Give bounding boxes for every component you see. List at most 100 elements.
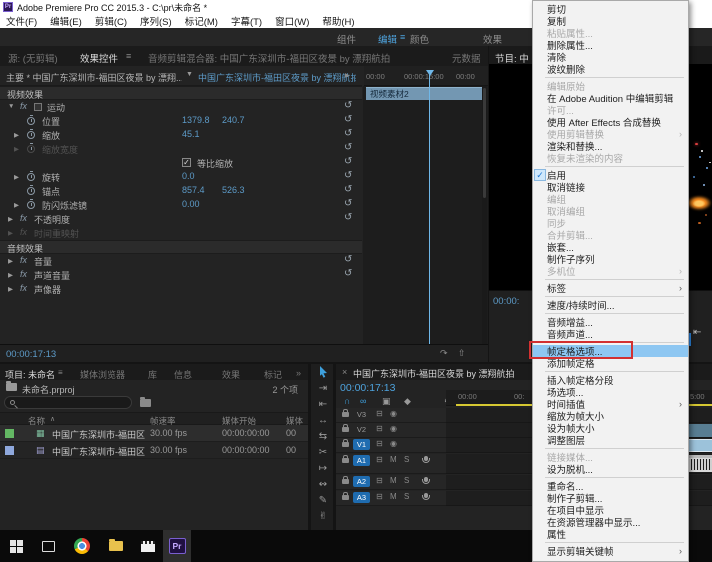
export-frame-icon[interactable]: ⇧	[458, 348, 466, 359]
start-button[interactable]	[4, 530, 28, 562]
effect-row-声像器[interactable]: ▶fx声像器	[0, 282, 362, 296]
add-marker-button[interactable]: ◆	[404, 396, 411, 407]
menu-item-标签[interactable]: 标签›	[533, 282, 688, 294]
checkbox[interactable]: ✓	[182, 158, 191, 167]
effect-row-缩放宽度[interactable]: ▶缩放宽度↺	[0, 142, 362, 156]
track-lock-icon[interactable]	[342, 495, 349, 500]
solo-toggle[interactable]: S	[404, 455, 409, 464]
effect-name[interactable]: 声像器	[34, 283, 61, 296]
expand-icon[interactable]: ▶	[14, 145, 19, 153]
effect-controls-tab-1[interactable]: 效果控件	[80, 51, 118, 65]
menu-item-设为脱机...[interactable]: 设为脱机...	[533, 463, 688, 475]
track-select-backward-tool[interactable]: ⇤	[311, 396, 335, 412]
effect-controls-timecode[interactable]: 00:00:17:13	[6, 349, 56, 360]
expand-icon[interactable]: ▶	[8, 229, 13, 237]
expand-icon[interactable]: ▶	[14, 201, 19, 209]
video-app-taskbar-button[interactable]	[136, 530, 160, 562]
menubar-item-标记(M)[interactable]: 标记(M)	[185, 14, 218, 28]
effect-row-等比缩放[interactable]: ✓等比缩放↺	[0, 156, 362, 170]
goto-in-point-icon[interactable]: ⇤	[693, 327, 701, 338]
search-input[interactable]	[4, 396, 132, 409]
menu-item-属性[interactable]: 属性	[533, 528, 688, 540]
effect-row-时间重映射[interactable]: ▶fx时间重映射	[0, 226, 362, 240]
menu-item-显示剪辑关键帧[interactable]: 显示剪辑关键帧›	[533, 545, 688, 557]
track-lock-icon[interactable]	[342, 412, 349, 417]
menubar-item-编辑(E)[interactable]: 编辑(E)	[50, 14, 82, 28]
reset-parameter-icon[interactable]: ↺	[344, 268, 352, 279]
workspace-tab-3[interactable]: 效果	[483, 32, 502, 46]
param-value[interactable]: 0.0	[182, 171, 195, 181]
nest-insert-toggle[interactable]: ▣	[382, 396, 391, 407]
track-output-icon[interactable]: ◉	[390, 424, 397, 433]
reset-parameter-icon[interactable]: ↺	[344, 170, 352, 181]
track-select-forward-tool[interactable]: ⇥	[311, 380, 335, 396]
sync-lock-icon[interactable]: ⊟	[376, 424, 383, 433]
item-name[interactable]: 中国广东深圳市-福田区	[52, 428, 145, 441]
slide-tool[interactable]: ↭	[311, 476, 335, 492]
effect-row-不透明度[interactable]: ▶fx不透明度↺	[0, 212, 362, 226]
reset-parameter-icon[interactable]: ↺	[344, 254, 352, 265]
menu-item-速度/持续时间...[interactable]: 速度/持续时间...	[533, 299, 688, 311]
effect-controls-scrollbar[interactable]	[482, 86, 487, 344]
workspace-tab-1[interactable]: 编辑	[378, 32, 397, 46]
menubar-item-序列(S)[interactable]: 序列(S)	[140, 14, 172, 28]
timeline-tab-label[interactable]: 中国广东深圳市-福田区夜景 by 漂翔航拍	[353, 367, 515, 380]
track-badge-A1[interactable]: A1	[353, 455, 370, 466]
reset-parameter-icon[interactable]: ↺	[344, 198, 352, 209]
explorer-taskbar-button[interactable]	[104, 530, 128, 562]
chrome-taskbar-button[interactable]	[70, 530, 94, 562]
item-name[interactable]: 中国广东深圳市-福田区	[52, 445, 145, 458]
sync-lock-icon[interactable]: ⊟	[376, 409, 383, 418]
sync-lock-icon[interactable]: ⊟	[376, 455, 383, 464]
sync-lock-icon[interactable]: ⊟	[376, 476, 383, 485]
effect-row-运动[interactable]: ▼fx运动↺	[0, 100, 362, 114]
clip-header-right[interactable]: 中国广东深圳市-福田区夜景 by 漂翔航拍 ...	[198, 71, 356, 84]
track-badge-A2[interactable]: A2	[353, 476, 370, 487]
menubar-item-剪辑(C)[interactable]: 剪辑(C)	[95, 14, 127, 28]
effect-row-锚点[interactable]: 锚点857.4526.3↺	[0, 184, 362, 198]
effect-controls-tab-0[interactable]: 源: (无剪辑)	[8, 51, 58, 65]
project-item-row[interactable]: ▤中国广东深圳市-福田区30.00 fps00:00:00:0000	[0, 442, 308, 459]
task-view-button[interactable]	[36, 530, 60, 562]
track-badge-V3[interactable]: V3	[353, 409, 370, 420]
menu-item-恢复未渲染的内容[interactable]: 恢复未渲染的内容	[533, 152, 688, 164]
effect-name[interactable]: 声道音量	[34, 269, 70, 282]
program-monitor-tab[interactable]: 节目: 中	[495, 51, 529, 65]
timeline-timecode[interactable]: 00:00:17:13	[340, 382, 395, 394]
param-value[interactable]: 1379.8	[182, 115, 210, 125]
effect-row-音量[interactable]: ▶fx音量↺	[0, 254, 362, 268]
effect-name[interactable]: 运动	[47, 101, 65, 114]
menubar-item-文件(F)[interactable]: 文件(F)	[6, 14, 37, 28]
slip-tool[interactable]: ↦	[311, 460, 335, 476]
track-output-icon[interactable]: ◉	[390, 439, 397, 448]
track-lock-icon[interactable]	[342, 442, 349, 447]
menubar-item-帮助(H)[interactable]: 帮助(H)	[322, 14, 354, 28]
razor-tool[interactable]: ✂	[311, 444, 335, 460]
effect-name[interactable]: 时间重映射	[34, 227, 79, 240]
mute-toggle[interactable]: M	[390, 476, 397, 485]
panel-menu-icon[interactable]: ≡	[58, 368, 63, 377]
reset-parameter-icon[interactable]: ↺	[344, 212, 352, 223]
track-lock-icon[interactable]	[342, 479, 349, 484]
effect-row-缩放[interactable]: ▶缩放45.1↺	[0, 128, 362, 142]
expand-icon[interactable]: ▶	[8, 215, 13, 223]
expand-icon[interactable]: ▶	[8, 271, 13, 279]
panel-menu-icon[interactable]: ≡	[126, 51, 131, 61]
effect-row-位置[interactable]: 位置1379.8240.7↺	[0, 114, 362, 128]
effect-row-声道音量[interactable]: ▶fx声道音量↺	[0, 268, 362, 282]
rolling-edit-tool[interactable]: ⇆	[311, 428, 335, 444]
mute-toggle[interactable]: M	[390, 492, 397, 501]
param-value[interactable]: 45.1	[182, 129, 200, 139]
toggle-timeline-view-icon[interactable]: ▶	[345, 72, 350, 79]
label-color-swatch[interactable]	[5, 446, 14, 455]
reset-parameter-icon[interactable]: ↺	[344, 156, 352, 167]
param-value[interactable]: 857.4	[182, 185, 205, 195]
track-badge-A3[interactable]: A3	[353, 492, 370, 503]
linked-selection-toggle[interactable]: ∞	[360, 396, 366, 406]
workspace-tab-0[interactable]: 组件	[337, 32, 356, 46]
stopwatch-icon[interactable]	[27, 117, 35, 125]
mute-toggle[interactable]: M	[390, 455, 397, 464]
mini-timeline-clip-bar[interactable]: 视频素材2	[366, 87, 482, 100]
label-color-swatch[interactable]	[5, 429, 14, 438]
workspace-menu-icon[interactable]: ≡	[400, 32, 405, 42]
